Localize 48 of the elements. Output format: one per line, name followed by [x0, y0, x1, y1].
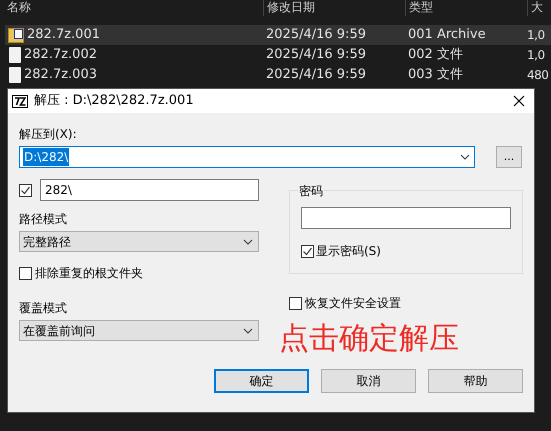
file-name: 282.7z.002 [24, 46, 97, 64]
file-type: 002 文件 [408, 46, 464, 64]
file-name: 282.7z.003 [24, 66, 97, 84]
checkbox-label: 排除重复的根文件夹 [35, 265, 143, 282]
dialog-button[interactable]: 取消 [321, 369, 416, 393]
file-row[interactable]: 282.7z.003 2025/4/16 9:59 003 文件 480 [5, 65, 551, 85]
file-row[interactable]: 282.7z.002 2025/4/16 9:59 002 文件 1,0 [5, 45, 551, 65]
file-date: 2025/4/16 9:59 [266, 46, 367, 64]
column-header[interactable]: 修改日期 [263, 0, 405, 16]
browse-button[interactable]: ... [496, 146, 522, 168]
dialog-button[interactable]: 帮助 [428, 369, 523, 393]
dialog-button[interactable]: 确定 [214, 369, 309, 393]
file-size: 1,0 [527, 47, 546, 64]
close-icon[interactable] [512, 94, 526, 108]
file-icon [9, 47, 21, 63]
caret-icon [243, 328, 253, 334]
checkbox-label: 显示密码(S) [316, 243, 381, 260]
checkbox-label: 恢复文件安全设置 [305, 295, 401, 312]
window-title: 解压 : D:\282\282.7z.001 [34, 92, 194, 110]
checked-checkbox[interactable] [19, 184, 32, 196]
dropdown[interactable]: 在覆盖前询问 [19, 320, 259, 341]
caret-icon [243, 238, 253, 244]
file-type: 001 Archive [408, 26, 487, 44]
archive-icon [8, 28, 24, 42]
field-label: 解压到(X): [19, 126, 78, 141]
file-type: 003 文件 [408, 66, 464, 84]
file-size: 1,0 [527, 27, 546, 44]
file-row[interactable]: 282.7z.001 2025/4/16 9:59 001 Archive 1,0 [5, 25, 551, 45]
file-name: 282.7z.001 [27, 26, 100, 44]
file-size: 480 [527, 67, 550, 84]
input-field[interactable]: 282\ [40, 179, 259, 201]
checkbox[interactable] [19, 266, 32, 280]
path-combobox[interactable]: D:\282\ [19, 146, 475, 168]
checkbox[interactable] [289, 296, 302, 310]
app-logo-icon [12, 94, 28, 108]
file-icon [9, 67, 21, 83]
field-label: 路径模式 [19, 211, 68, 226]
caret-icon [460, 154, 470, 160]
annotation-text: 点击确定解压 [279, 321, 460, 357]
password-field[interactable] [301, 207, 511, 229]
file-date: 2025/4/16 9:59 [266, 66, 367, 84]
column-header[interactable]: 大 [527, 0, 547, 16]
file-date: 2025/4/16 9:59 [266, 26, 367, 44]
column-header[interactable]: 名称 [4, 0, 263, 16]
checked-checkbox[interactable] [301, 244, 314, 258]
column-header[interactable]: 类型 [405, 0, 527, 16]
dropdown[interactable]: 完整路径 [19, 231, 259, 252]
field-label: 覆盖模式 [19, 300, 68, 315]
